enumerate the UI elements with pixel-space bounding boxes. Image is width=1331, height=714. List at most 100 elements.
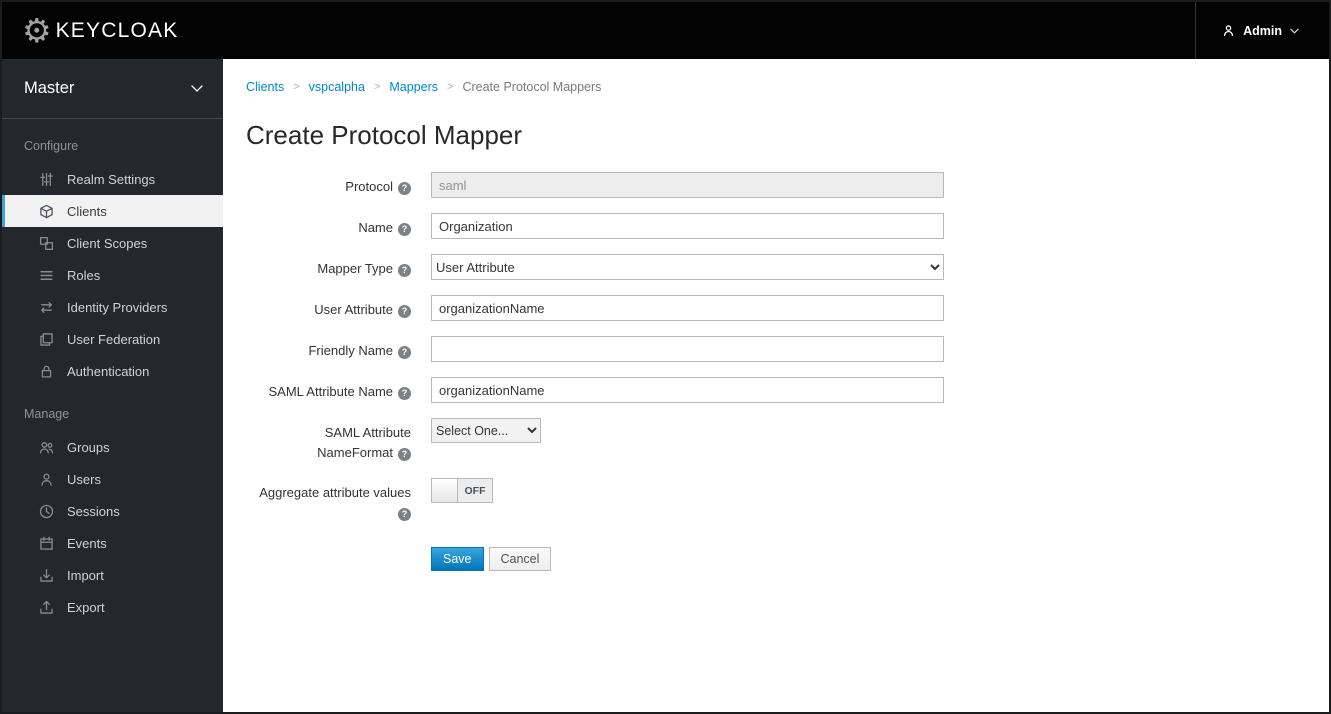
cancel-button[interactable]: Cancel bbox=[488, 546, 552, 571]
breadcrumb-separator: > bbox=[293, 81, 300, 93]
cube-icon bbox=[39, 204, 54, 219]
chevron-down-icon bbox=[1290, 28, 1299, 34]
keycloak-admin-console: ⚙ KEYCLOAK Admin Master Configure Realm … bbox=[0, 0, 1331, 714]
help-icon[interactable]: ? bbox=[398, 264, 411, 277]
calendar-icon bbox=[39, 536, 54, 551]
sidebar-item-client-scopes[interactable]: Client Scopes bbox=[2, 227, 223, 259]
sidebar-item-groups[interactable]: Groups bbox=[2, 431, 223, 463]
keycloak-logo-icon: ⚙ bbox=[22, 12, 52, 49]
users-icon bbox=[39, 440, 54, 455]
breadcrumb-mappers[interactable]: Mappers bbox=[389, 80, 438, 94]
sidebar-item-label: Sessions bbox=[67, 503, 120, 519]
sidebar-item-label: Identity Providers bbox=[67, 299, 168, 315]
user-icon bbox=[1222, 24, 1235, 37]
help-icon[interactable]: ? bbox=[398, 182, 411, 195]
help-icon[interactable]: ? bbox=[398, 387, 411, 400]
breadcrumb-separator: > bbox=[447, 81, 454, 93]
help-icon[interactable]: ? bbox=[398, 223, 411, 236]
exchange-arrows-icon bbox=[39, 300, 54, 315]
name-label: Name bbox=[358, 220, 393, 235]
sidebar-item-label: Realm Settings bbox=[67, 171, 156, 187]
user-menu[interactable]: Admin bbox=[1195, 2, 1329, 59]
saml-name-format-select[interactable]: Select One... bbox=[431, 418, 541, 443]
name-input[interactable] bbox=[431, 213, 944, 239]
clock-icon bbox=[39, 504, 54, 519]
nav-section-configure: Configure bbox=[24, 139, 79, 153]
protocol-label: Protocol bbox=[345, 179, 393, 194]
breadcrumb-separator: > bbox=[373, 81, 381, 93]
sidebar-item-events[interactable]: Events bbox=[2, 527, 223, 559]
sidebar-item-identity-providers[interactable]: Identity Providers bbox=[2, 291, 223, 323]
user-attribute-label: User Attribute bbox=[314, 302, 393, 317]
mapper-type-select[interactable]: User Attribute bbox=[431, 254, 944, 280]
sidebar-item-label: User Federation bbox=[67, 331, 161, 347]
realm-selector[interactable]: Master bbox=[2, 59, 223, 119]
sidebar-item-export[interactable]: Export bbox=[2, 591, 223, 623]
form-row-saml-name-format: SAML Attribute NameFormat? Select One... bbox=[246, 418, 1309, 463]
header: ⚙ KEYCLOAK Admin bbox=[2, 2, 1329, 59]
sidebar-item-clients[interactable]: Clients bbox=[2, 195, 223, 227]
sidebar-item-import[interactable]: Import bbox=[2, 559, 223, 591]
sidebar-item-label: Users bbox=[67, 471, 101, 487]
sidebar-item-realm-settings[interactable]: Realm Settings bbox=[2, 163, 223, 195]
mapper-type-label: Mapper Type bbox=[317, 261, 393, 276]
help-icon[interactable]: ? bbox=[398, 448, 411, 462]
breadcrumb-current: Create Protocol Mappers bbox=[462, 80, 602, 94]
nav-section-manage: Manage bbox=[24, 407, 70, 421]
sidebar-item-sessions[interactable]: Sessions bbox=[2, 495, 223, 527]
form-row-name: Name? bbox=[246, 213, 1309, 239]
help-icon[interactable]: ? bbox=[398, 346, 411, 359]
user-menu-label: Admin bbox=[1243, 23, 1282, 38]
sidebar-item-label: Authentication bbox=[67, 363, 150, 379]
sliders-icon bbox=[39, 172, 54, 187]
form-row-user-attribute: User Attribute? bbox=[246, 295, 1309, 321]
create-protocol-mapper-form: Protocol? Name? Mapper T bbox=[246, 172, 1309, 571]
sidebar-item-label: Client Scopes bbox=[67, 235, 148, 251]
export-icon bbox=[39, 600, 54, 615]
form-row-saml-attribute-name: SAML Attribute Name? bbox=[246, 377, 1309, 403]
sidebar-item-label: Import bbox=[67, 567, 104, 583]
breadcrumb: Clients > vspcalpha > Mappers > Create P… bbox=[246, 80, 1309, 94]
lock-icon bbox=[39, 364, 54, 379]
toggle-state-label: OFF bbox=[458, 479, 492, 503]
breadcrumb-clients[interactable]: Clients bbox=[246, 80, 284, 94]
main-content: Clients > vspcalpha > Mappers > Create P… bbox=[223, 59, 1329, 712]
sidebar-item-roles[interactable]: Roles bbox=[2, 259, 223, 291]
help-icon[interactable]: ? bbox=[398, 508, 411, 522]
sidebar-item-user-federation[interactable]: User Federation bbox=[2, 323, 223, 355]
brand-name: KEYCLOAK bbox=[55, 18, 179, 42]
sidebar-item-users[interactable]: Users bbox=[2, 463, 223, 495]
sidebar-item-label: Clients bbox=[67, 203, 107, 219]
user-icon bbox=[39, 472, 54, 487]
sidebar-item-label: Roles bbox=[67, 267, 101, 283]
saml-attribute-name-label: SAML Attribute Name bbox=[268, 384, 393, 399]
layers-icon bbox=[39, 332, 54, 347]
import-icon bbox=[39, 568, 54, 583]
help-icon[interactable]: ? bbox=[398, 305, 411, 318]
form-row-friendly-name: Friendly Name? bbox=[246, 336, 1309, 362]
brand: ⚙ KEYCLOAK bbox=[2, 14, 178, 47]
form-row-aggregate-values: Aggregate attribute values? OFF bbox=[246, 478, 1309, 523]
toggle-handle bbox=[432, 479, 458, 503]
sidebar-item-label: Events bbox=[67, 535, 107, 551]
protocol-input bbox=[431, 172, 944, 198]
save-button[interactable]: Save bbox=[431, 546, 484, 571]
list-icon bbox=[39, 268, 54, 283]
form-row-protocol: Protocol? bbox=[246, 172, 1309, 198]
cubes-icon bbox=[39, 236, 54, 251]
page-title: Create Protocol Mapper bbox=[246, 120, 523, 150]
friendly-name-label: Friendly Name bbox=[308, 343, 393, 358]
saml-name-format-label: SAML Attribute NameFormat bbox=[317, 425, 411, 461]
aggregate-values-toggle[interactable]: OFF bbox=[431, 478, 493, 504]
breadcrumb-client[interactable]: vspcalpha bbox=[309, 80, 365, 94]
user-attribute-input[interactable] bbox=[431, 295, 944, 321]
sidebar-item-label: Groups bbox=[67, 439, 110, 455]
sidebar-item-authentication[interactable]: Authentication bbox=[2, 355, 223, 387]
form-row-mapper-type: Mapper Type? User Attribute bbox=[246, 254, 1309, 280]
form-actions: Save Cancel bbox=[431, 546, 1309, 571]
realm-name: Master bbox=[24, 79, 75, 97]
friendly-name-input[interactable] bbox=[431, 336, 944, 362]
sidebar: Master Configure Realm Settings Clients bbox=[2, 59, 223, 712]
saml-attribute-name-input[interactable] bbox=[431, 377, 944, 403]
aggregate-values-label: Aggregate attribute values bbox=[259, 485, 411, 501]
